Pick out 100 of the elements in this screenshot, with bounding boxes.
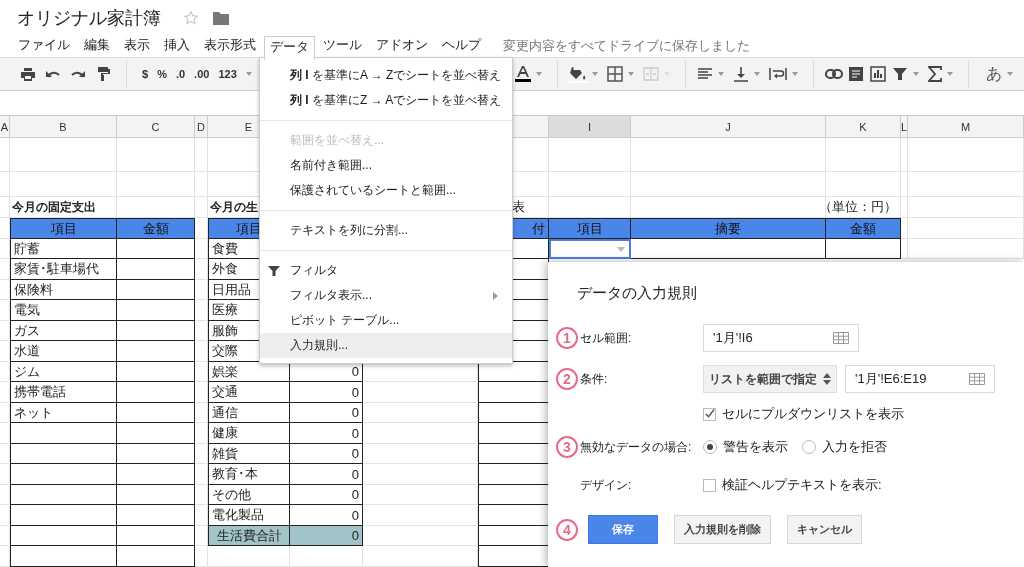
grid-cell bbox=[0, 362, 10, 383]
grid-cell bbox=[0, 423, 10, 444]
table-cell: 交通 bbox=[208, 382, 290, 403]
radio-label[interactable]: 入力を拒否 bbox=[822, 438, 887, 456]
document-title[interactable]: オリジナル家計簿 bbox=[17, 6, 161, 31]
comment-icon[interactable] bbox=[848, 66, 864, 82]
grid-cell bbox=[0, 321, 10, 342]
decrease-decimals-button[interactable]: .0 bbox=[175, 68, 186, 80]
percent-button[interactable]: % bbox=[157, 68, 167, 80]
grid-cell bbox=[0, 280, 10, 301]
grid-cell bbox=[0, 403, 10, 424]
dialog-button[interactable]: 入力規則を削除 bbox=[674, 515, 771, 544]
caret-icon[interactable] bbox=[245, 72, 252, 76]
number-format-button[interactable]: 123 bbox=[218, 68, 237, 80]
filter-icon[interactable] bbox=[892, 66, 908, 82]
checkbox[interactable] bbox=[703, 478, 716, 492]
table-cell: ガス bbox=[10, 321, 117, 342]
menu-item[interactable]: データ bbox=[264, 35, 315, 60]
folder-icon[interactable] bbox=[213, 11, 229, 26]
radio-label[interactable]: 警告を表示 bbox=[723, 438, 788, 456]
table-cell: 家賃･駐車場代 bbox=[10, 259, 117, 280]
grid-icon[interactable] bbox=[833, 332, 849, 344]
checkbox-label[interactable]: 検証ヘルプテキストを表示: bbox=[722, 476, 882, 494]
caret-icon[interactable] bbox=[792, 72, 798, 76]
grid-cell bbox=[195, 403, 208, 424]
menu-option[interactable]: 入力規則... bbox=[260, 333, 512, 358]
input-tools-button[interactable]: あ bbox=[986, 63, 1002, 85]
grid-cell bbox=[0, 341, 10, 362]
align-bottom-icon[interactable] bbox=[733, 66, 749, 82]
checkbox[interactable] bbox=[703, 407, 716, 421]
menu-item[interactable]: ファイル bbox=[12, 34, 76, 58]
column-header: 項目 bbox=[549, 218, 631, 239]
field-label: 無効なデータの場合: bbox=[580, 438, 692, 456]
table-cell: 電気 bbox=[10, 300, 117, 321]
menu-item[interactable]: アドオン bbox=[370, 34, 434, 58]
table-cell: ジム bbox=[10, 362, 117, 383]
caret-icon[interactable] bbox=[718, 72, 724, 76]
filter-icon bbox=[268, 265, 280, 277]
menu-item[interactable]: ヘルプ bbox=[436, 34, 487, 58]
caret-icon[interactable] bbox=[1007, 72, 1013, 76]
text-wrap-icon[interactable] bbox=[769, 66, 787, 82]
table-cell: 通信 bbox=[208, 403, 290, 424]
menu-item[interactable]: 挿入 bbox=[158, 34, 196, 58]
caret-icon[interactable] bbox=[913, 72, 919, 76]
menu-option[interactable]: 列 I を基準にZ → Aでシートを並べ替え bbox=[260, 88, 512, 113]
menu-item[interactable]: 表示形式 bbox=[198, 34, 262, 58]
grid-cell bbox=[195, 321, 208, 342]
grid-cell bbox=[195, 382, 208, 403]
range-field[interactable]: '1月'!I6 bbox=[703, 324, 859, 352]
save-button[interactable]: 保存 bbox=[588, 515, 658, 544]
link-icon[interactable] bbox=[825, 69, 843, 79]
align-left-icon[interactable] bbox=[697, 66, 713, 82]
column-header: 金額 bbox=[117, 218, 195, 239]
step-badge: 1 bbox=[556, 327, 578, 349]
range-field[interactable]: '1月'!E6:E19 bbox=[845, 365, 995, 393]
caret-icon[interactable] bbox=[592, 72, 598, 76]
text-color-icon[interactable] bbox=[515, 65, 531, 83]
grid-icon[interactable] bbox=[969, 373, 985, 385]
borders-icon[interactable] bbox=[607, 66, 623, 82]
menu-option[interactable]: 列 I を基準にA → Zでシートを並べ替え bbox=[260, 63, 512, 88]
sum-icon[interactable] bbox=[928, 66, 942, 82]
dialog-button[interactable]: キャンセル bbox=[787, 515, 862, 544]
chart-icon[interactable] bbox=[869, 65, 887, 83]
grid-cell bbox=[0, 300, 10, 321]
increase-decimals-button[interactable]: .00 bbox=[194, 68, 210, 80]
selected-cell[interactable] bbox=[549, 239, 631, 260]
caret-icon[interactable] bbox=[754, 72, 760, 76]
paint-roller-icon[interactable] bbox=[95, 66, 111, 82]
menu-item[interactable]: ツール bbox=[317, 34, 368, 58]
criteria-select[interactable]: リストを範囲で指定 bbox=[703, 365, 837, 393]
column-letter[interactable]: B bbox=[10, 116, 117, 139]
star-icon[interactable] bbox=[183, 10, 199, 27]
grid-cell bbox=[0, 138, 10, 173]
column-letter[interactable]: C bbox=[117, 116, 195, 139]
table-cell: 0 bbox=[290, 485, 363, 506]
column-letter[interactable]: D bbox=[195, 116, 208, 139]
save-status[interactable]: 変更内容をすべてドライブに保存しました bbox=[503, 36, 750, 55]
grid-cell bbox=[0, 197, 10, 219]
table-cell: 雑貨 bbox=[208, 444, 290, 465]
column-letter[interactable]: I bbox=[549, 116, 631, 139]
column-letter[interactable]: K bbox=[826, 116, 901, 139]
column-header: 項目 bbox=[10, 218, 117, 239]
table-cell: その他 bbox=[208, 485, 290, 506]
caret-icon[interactable] bbox=[628, 72, 634, 76]
grid-cell bbox=[195, 505, 208, 526]
grid-cell bbox=[0, 546, 10, 567]
caret-icon[interactable] bbox=[536, 72, 542, 76]
menu-item[interactable]: 表示 bbox=[118, 34, 156, 58]
currency-button[interactable]: $ bbox=[142, 68, 149, 80]
print-icon[interactable] bbox=[20, 66, 36, 82]
grid-cell bbox=[195, 239, 208, 260]
column-letter[interactable]: J bbox=[631, 116, 826, 139]
caret-icon[interactable] bbox=[947, 72, 953, 76]
field-label: デザイン: bbox=[580, 476, 632, 494]
paint-bucket-icon[interactable] bbox=[569, 65, 587, 83]
checkbox-label[interactable]: セルにプルダウンリストを表示 bbox=[722, 405, 904, 423]
menu-option[interactable]: 名前付き範囲... bbox=[260, 153, 512, 178]
grid-cell bbox=[0, 239, 10, 260]
menu-item[interactable]: 編集 bbox=[78, 34, 116, 58]
column-letter[interactable]: M bbox=[908, 116, 1024, 139]
